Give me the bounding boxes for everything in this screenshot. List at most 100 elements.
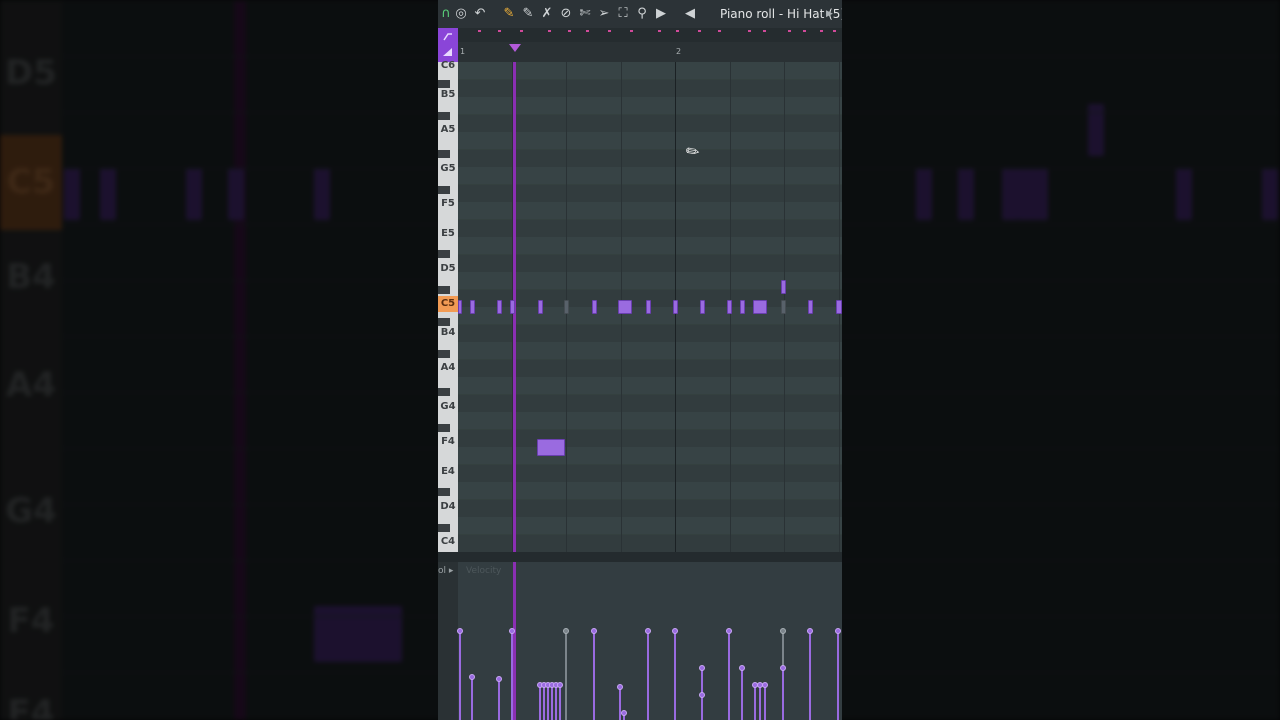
- velocity-stem[interactable]: [764, 685, 766, 720]
- key-g4[interactable]: G4: [438, 399, 458, 415]
- key-f5[interactable]: F5: [438, 196, 458, 212]
- velocity-handle[interactable]: [496, 676, 502, 682]
- velocity-handle[interactable]: [726, 628, 732, 634]
- velocity-handle[interactable]: [457, 628, 463, 634]
- undo-icon[interactable]: ↶: [472, 6, 488, 22]
- velocity-handle[interactable]: [621, 710, 627, 716]
- velocity-handle[interactable]: [672, 628, 678, 634]
- menu-icon[interactable]: ◎: [453, 6, 469, 22]
- velocity-stem[interactable]: [459, 631, 461, 720]
- black-key[interactable]: [438, 524, 450, 532]
- velocity-handle[interactable]: [699, 692, 705, 698]
- black-key[interactable]: [438, 150, 450, 158]
- key-b4[interactable]: B4: [438, 325, 458, 341]
- velocity-stem[interactable]: [741, 668, 743, 720]
- mute-tool-icon[interactable]: ⊘: [558, 6, 574, 22]
- note[interactable]: [781, 300, 786, 314]
- velocity-handle[interactable]: [563, 628, 569, 634]
- velocity-handle[interactable]: [469, 674, 475, 680]
- note[interactable]: [592, 300, 597, 314]
- paint-brush-icon[interactable]: ✎: [520, 6, 536, 22]
- velocity-stem[interactable]: [539, 685, 541, 720]
- velocity-handle[interactable]: [699, 665, 705, 671]
- key-c5[interactable]: C5: [438, 296, 458, 312]
- note[interactable]: [646, 300, 651, 314]
- velocity-stem[interactable]: [543, 685, 545, 720]
- velocity-stem[interactable]: [559, 685, 561, 720]
- note[interactable]: [808, 300, 813, 314]
- black-key[interactable]: [438, 112, 450, 120]
- panel-splitter[interactable]: [438, 552, 842, 562]
- note[interactable]: [781, 280, 786, 294]
- magnet-icon[interactable]: ∩: [438, 6, 454, 22]
- black-key[interactable]: [438, 388, 450, 396]
- velocity-handle[interactable]: [509, 628, 515, 634]
- note[interactable]: [537, 439, 565, 456]
- key-g5[interactable]: G5: [438, 161, 458, 177]
- velocity-stem[interactable]: [551, 685, 553, 720]
- black-key[interactable]: [438, 186, 450, 194]
- key-c4[interactable]: C4: [438, 534, 458, 550]
- note[interactable]: [727, 300, 732, 314]
- velocity-stem[interactable]: [754, 685, 756, 720]
- note[interactable]: [673, 300, 678, 314]
- key-e4[interactable]: E4: [438, 464, 458, 480]
- velocity-handle[interactable]: [591, 628, 597, 634]
- key-e5[interactable]: E5: [438, 226, 458, 242]
- note[interactable]: [836, 300, 842, 314]
- pattern-overview-strip[interactable]: [458, 28, 842, 42]
- key-d4[interactable]: D4: [438, 499, 458, 515]
- velocity-stem[interactable]: [555, 685, 557, 720]
- velocity-handle[interactable]: [739, 665, 745, 671]
- velocity-stem[interactable]: [593, 631, 595, 720]
- velocity-stem[interactable]: [701, 695, 703, 720]
- note[interactable]: [618, 300, 632, 314]
- velocity-handle[interactable]: [835, 628, 841, 634]
- velocity-stem[interactable]: [647, 631, 649, 720]
- black-key[interactable]: [438, 250, 450, 258]
- note-grid[interactable]: [458, 62, 842, 552]
- key-a4[interactable]: A4: [438, 360, 458, 376]
- key-c6[interactable]: C6: [438, 58, 458, 74]
- select-all-icon[interactable]: ⛶: [615, 6, 631, 22]
- key-f4[interactable]: F4: [438, 434, 458, 450]
- note[interactable]: [740, 300, 745, 314]
- velocity-stem[interactable]: [809, 631, 811, 720]
- zoom-icon[interactable]: ⚲: [634, 6, 650, 22]
- velocity-handle[interactable]: [780, 628, 786, 634]
- note[interactable]: [753, 300, 767, 314]
- key-a5[interactable]: A5: [438, 122, 458, 138]
- window-title[interactable]: Piano roll - Hi Hat (5): [720, 6, 842, 22]
- velocity-stem[interactable]: [547, 685, 549, 720]
- note[interactable]: [538, 300, 543, 314]
- event-selector-label[interactable]: ol ▸: [438, 566, 453, 576]
- note[interactable]: [470, 300, 475, 314]
- playhead-marker[interactable]: [509, 44, 521, 52]
- pencil-icon[interactable]: ✎: [501, 6, 517, 22]
- velocity-handle[interactable]: [617, 684, 623, 690]
- velocity-stem[interactable]: [619, 687, 621, 720]
- velocity-editor[interactable]: [457, 562, 842, 720]
- black-key[interactable]: [438, 424, 450, 432]
- velocity-stem[interactable]: [471, 677, 473, 720]
- black-key[interactable]: [438, 350, 450, 358]
- key-b5[interactable]: B5: [438, 87, 458, 103]
- select-icon[interactable]: ➢: [596, 6, 612, 22]
- note[interactable]: [700, 300, 705, 314]
- velocity-stem[interactable]: [674, 631, 676, 720]
- black-key[interactable]: [438, 488, 450, 496]
- velocity-handle[interactable]: [557, 682, 563, 688]
- velocity-stem[interactable]: [837, 631, 839, 720]
- black-key[interactable]: [438, 286, 450, 294]
- velocity-stem[interactable]: [759, 685, 761, 720]
- note[interactable]: [564, 300, 569, 314]
- velocity-handle[interactable]: [762, 682, 768, 688]
- playback-icon[interactable]: ▶: [653, 6, 669, 22]
- key-d5[interactable]: D5: [438, 261, 458, 277]
- chevron-right-icon[interactable]: ▶: [826, 6, 833, 22]
- note[interactable]: [497, 300, 502, 314]
- velocity-stem[interactable]: [728, 631, 730, 720]
- note[interactable]: [458, 300, 462, 314]
- velocity-stem[interactable]: [511, 631, 513, 720]
- slice-icon[interactable]: ✄: [577, 6, 593, 22]
